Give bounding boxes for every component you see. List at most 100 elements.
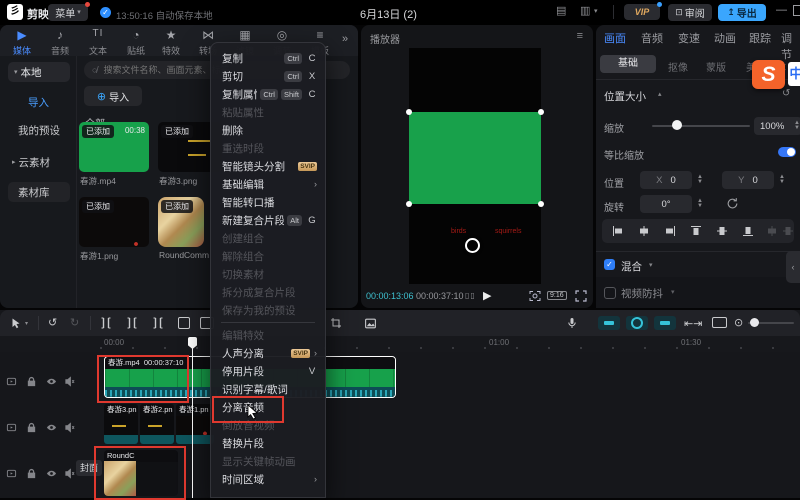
frame-step-icons[interactable]: ▯▯ [465, 291, 476, 300]
lock-icon[interactable] [26, 422, 37, 433]
align-bottom-icon[interactable] [742, 225, 754, 237]
mute-icon[interactable] [64, 468, 75, 479]
section-position-size[interactable]: 位置大小 [604, 89, 646, 104]
linkage-toggle-icon[interactable] [654, 316, 676, 330]
align-center-h-icon[interactable] [638, 225, 650, 237]
link-preview-toggle-icon[interactable] [626, 316, 648, 330]
align-left-icon[interactable] [612, 225, 624, 237]
expand-tracks-icon[interactable]: ⇤⇥ [684, 317, 702, 330]
menu-button[interactable]: 菜单 ▾ [48, 4, 88, 21]
distribute-h-icon[interactable] [766, 225, 778, 237]
distribute-v-icon[interactable] [782, 225, 794, 237]
caret-down-icon[interactable]: ▾ [649, 261, 653, 269]
minimize-button[interactable]: — [776, 4, 787, 16]
redo-icon[interactable]: ↻ [70, 316, 79, 329]
align-top-icon[interactable] [690, 225, 702, 237]
tab-adjustment[interactable]: 调节 [781, 30, 800, 62]
stepper-icons[interactable]: ▲▼ [792, 117, 800, 135]
subtab-mask[interactable]: 蒙版 [706, 59, 726, 74]
scale-value-box[interactable]: 100% ▲▼ [754, 117, 800, 135]
menu-item-copy[interactable]: 复制CtrlC [211, 49, 325, 67]
subtab-basic[interactable]: 基础 [600, 55, 656, 73]
scale-slider-knob[interactable] [672, 120, 682, 130]
caret-down-icon[interactable]: ▾ [25, 320, 28, 327]
stepper-icons[interactable]: ▲▼ [695, 171, 705, 189]
menu-item-disable-clip[interactable]: 停用片段V [211, 362, 325, 380]
menu-item-vocal-separation[interactable]: 人声分离SVIP› [211, 344, 325, 362]
tab-speed[interactable]: 变速 [678, 30, 700, 46]
timeline-clip-img2[interactable]: 春游2.pn [140, 404, 174, 444]
crop-icon[interactable] [330, 317, 342, 329]
rotate-dial-icon[interactable] [726, 197, 739, 210]
menu-item-new-compound[interactable]: 新建复合片段AltG [211, 211, 325, 229]
rotate-value-box[interactable]: 0° [640, 195, 692, 213]
reset-icon[interactable]: ↺ [782, 88, 790, 99]
timeline-clip-img1[interactable]: 春游1.pn [176, 404, 214, 444]
align-right-icon[interactable] [664, 225, 676, 237]
playhead-line[interactable] [192, 337, 193, 498]
video-canvas[interactable]: birds squirrels [409, 48, 541, 284]
delete-right-icon[interactable] [152, 317, 164, 329]
selection-handle[interactable] [406, 201, 412, 207]
import-button[interactable]: ⊕ 导入 [84, 86, 142, 106]
vip-badge[interactable]: VIP [624, 4, 660, 20]
timeline-clip-img3[interactable]: 春游3.pn [104, 404, 138, 444]
uniform-scale-toggle[interactable] [778, 147, 796, 157]
collapse-caret-icon[interactable]: ▴ [658, 90, 662, 98]
eye-icon[interactable] [46, 376, 57, 387]
project-title[interactable]: 6月13日 (2) [360, 6, 417, 22]
blend-checkbox[interactable]: ✓ [604, 259, 615, 270]
sidebar-item-cloud[interactable]: ▸云素材 [8, 152, 74, 172]
menu-item-cut[interactable]: 剪切CtrlX [211, 67, 325, 85]
panel-collapse-handle[interactable]: ‹ [786, 251, 800, 283]
more-tabs-icon[interactable]: » [342, 33, 348, 45]
mute-icon[interactable] [64, 376, 75, 387]
focus-icon[interactable] [529, 290, 541, 302]
menu-item-delete[interactable]: 删除 [211, 121, 325, 139]
tab-audio[interactable]: ♪音频 [42, 28, 78, 57]
sidebar-item-local[interactable]: ▾本地 [8, 62, 70, 82]
review-button[interactable]: ⊡ 审阅 [668, 4, 712, 21]
eye-icon[interactable] [46, 422, 57, 433]
stepper-icons[interactable]: ▲▼ [695, 195, 705, 213]
selection-handle[interactable] [406, 109, 412, 115]
timeline-ruler[interactable]: 00:00 01:00 01:30 [0, 336, 800, 352]
ratio-button[interactable]: 9:16 [547, 291, 567, 300]
delete-left-icon[interactable] [126, 317, 138, 329]
stabilize-checkbox[interactable] [604, 287, 616, 299]
undo-icon[interactable]: ↺ [48, 316, 57, 329]
menu-item-copy-attrs[interactable]: 复制属性CtrlShiftC [211, 85, 325, 103]
split-icon[interactable] [100, 317, 112, 329]
layout-columns-icon[interactable]: ▥ [580, 6, 590, 17]
subtab-cutout[interactable]: 抠像 [668, 59, 688, 74]
media-card-img1[interactable]: 已添加 春游1.png [79, 197, 149, 261]
menu-item-basic-edit[interactable]: 基础编辑› [211, 175, 325, 193]
sidebar-item-stock[interactable]: 素材库 [8, 182, 70, 202]
caret-down-icon[interactable]: ▾ [671, 288, 675, 296]
chevron-down-icon[interactable]: ▾ [594, 8, 598, 15]
tab-media[interactable]: ▶媒体 [4, 28, 40, 57]
sidebar-item-presets[interactable]: 我的预设 [8, 120, 80, 140]
layout-panels-icon[interactable]: ▤ [556, 6, 566, 17]
tab-effects[interactable]: ★特效 [153, 28, 189, 57]
lock-icon[interactable] [26, 468, 37, 479]
scale-slider-track[interactable] [652, 125, 750, 127]
align-middle-icon[interactable] [716, 225, 728, 237]
eye-icon[interactable] [46, 468, 57, 479]
menu-item-smart-voiceover[interactable]: 智能转口播 [211, 193, 325, 211]
lock-icon[interactable] [26, 376, 37, 387]
greenscreen-region[interactable] [409, 112, 541, 204]
tab-animation[interactable]: 动画 [714, 30, 736, 46]
sidebar-item-import[interactable]: 导入 [8, 92, 90, 112]
keyframe-icon[interactable]: ⊙ [734, 316, 743, 329]
player-menu-icon[interactable]: ≡ [577, 30, 583, 42]
media-card-sticker[interactable]: 已添加 RoundComm [158, 197, 206, 261]
tab-audio-props[interactable]: 音频 [641, 30, 663, 46]
play-button[interactable]: ▶ [483, 289, 491, 302]
export-button[interactable]: ↥ 导出 [718, 4, 766, 21]
rotate-handle[interactable] [465, 238, 480, 253]
tab-sticker[interactable]: ◔贴纸 [118, 28, 154, 57]
pos-y-box[interactable]: Y 0 [722, 171, 774, 189]
record-mic-icon[interactable] [566, 317, 578, 329]
cover-tool-icon[interactable] [712, 317, 727, 328]
